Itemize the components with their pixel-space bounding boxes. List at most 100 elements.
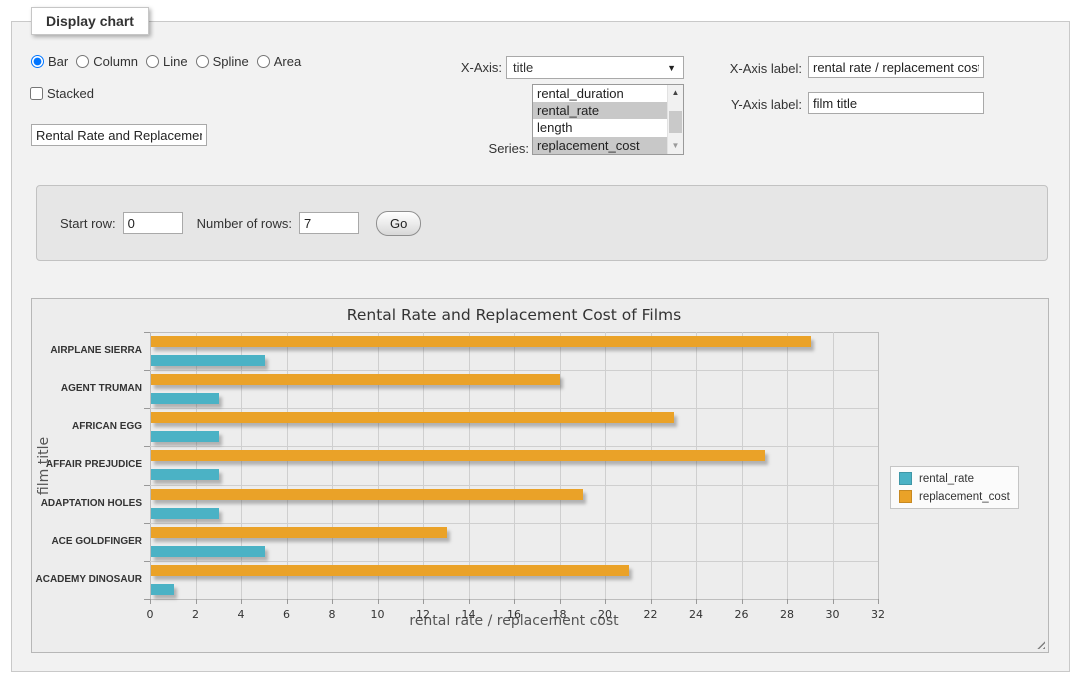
chart-type-label-column[interactable]: Column: [93, 54, 138, 69]
series-option-rental_duration[interactable]: rental_duration: [533, 85, 683, 102]
chart-type-bar[interactable]: Bar: [31, 54, 68, 69]
bar-rental_rate: [151, 431, 219, 442]
y-axis-tick: [144, 370, 150, 371]
bar-replacement_cost: [151, 489, 583, 500]
stacked-label[interactable]: Stacked: [47, 86, 94, 101]
scroll-up-icon[interactable]: ▲: [668, 86, 683, 100]
x-axis-select[interactable]: title ▼: [506, 56, 684, 79]
x-axis-tick-label: 14: [449, 608, 489, 621]
legend-swatch-replacement_cost: [899, 490, 912, 503]
scrollbar-thumb[interactable]: [669, 111, 682, 133]
gridline-vertical: [742, 332, 743, 599]
x-axis-select-label: X-Axis:: [402, 58, 502, 78]
bar-rental_rate: [151, 508, 219, 519]
x-axis-tick: [742, 599, 743, 604]
x-axis-tick-label: 2: [176, 608, 216, 621]
x-axis-tick: [560, 599, 561, 604]
listbox-scrollbar[interactable]: ▲ ▼: [667, 85, 683, 154]
x-axis-tick: [423, 599, 424, 604]
y-axis-label-field-label: Y-Axis label:: [702, 95, 802, 115]
x-axis-tick-label: 26: [722, 608, 762, 621]
gridline-vertical: [196, 332, 197, 599]
y-axis-tick: [144, 485, 150, 486]
gridline-vertical: [605, 332, 606, 599]
chart-type-label-bar[interactable]: Bar: [48, 54, 68, 69]
x-axis-selected-value: title: [513, 60, 533, 75]
x-axis-tick: [241, 599, 242, 604]
x-axis-tick: [605, 599, 606, 604]
category-label: AFRICAN EGG: [72, 421, 142, 432]
x-axis-tick: [150, 599, 151, 604]
chart-type-radio-area[interactable]: [257, 55, 270, 68]
category-label: AIRPLANE SIERRA: [50, 345, 142, 356]
gridline-horizontal: [150, 561, 878, 562]
y-axis-tick: [144, 332, 150, 333]
legend-label: rental_rate: [919, 473, 974, 485]
chart-type-spline[interactable]: Spline: [196, 54, 249, 69]
x-axis-tick-label: 4: [221, 608, 261, 621]
x-axis-tick-label: 20: [585, 608, 625, 621]
x-axis-tick-label: 8: [312, 608, 352, 621]
chart-legend: rental_rate replacement_cost: [890, 466, 1019, 509]
series-select-label: Series:: [432, 139, 529, 159]
gridline-vertical: [696, 332, 697, 599]
number-of-rows-label: Number of rows:: [197, 216, 292, 231]
go-button[interactable]: Go: [376, 211, 421, 236]
resize-handle-icon[interactable]: [1034, 638, 1045, 649]
page: { "form": { "legend": "Display chart", "…: [0, 0, 1081, 681]
category-label: AFFAIR PREJUDICE: [46, 459, 142, 470]
chart-title-input[interactable]: [31, 124, 207, 146]
chart-type-label-area[interactable]: Area: [274, 54, 301, 69]
chart-type-radio-group: Bar Column Line Spline Area: [31, 54, 309, 69]
gridline-horizontal: [150, 485, 878, 486]
chart-panel: Rental Rate and Replacement Cost of Film…: [31, 298, 1049, 653]
chart-type-area[interactable]: Area: [257, 54, 301, 69]
gridline-vertical: [378, 332, 379, 599]
scroll-down-icon[interactable]: ▼: [668, 139, 683, 153]
x-axis-tick-label: 16: [494, 608, 534, 621]
series-multiselect[interactable]: rental_durationrental_ratelengthreplacem…: [532, 84, 684, 155]
number-of-rows-input[interactable]: [299, 212, 359, 234]
series-option-rental_rate[interactable]: rental_rate: [533, 102, 683, 119]
x-axis-tick-label: 28: [767, 608, 807, 621]
chart-type-label-spline[interactable]: Spline: [213, 54, 249, 69]
x-axis-tick: [833, 599, 834, 604]
series-option-replacement_cost[interactable]: replacement_cost: [533, 137, 683, 154]
start-row-input[interactable]: [123, 212, 183, 234]
bar-rental_rate: [151, 469, 219, 480]
x-axis-tick-label: 24: [676, 608, 716, 621]
y-axis-label-input[interactable]: [808, 92, 984, 114]
chart-title: Rental Rate and Replacement Cost of Film…: [150, 306, 878, 324]
x-axis-tick: [878, 599, 879, 604]
bar-replacement_cost: [151, 336, 811, 347]
gridline-vertical: [423, 332, 424, 599]
chart-type-column[interactable]: Column: [76, 54, 138, 69]
series-option-length[interactable]: length: [533, 119, 683, 136]
x-axis-label-field-label: X-Axis label:: [702, 59, 802, 79]
x-axis-tick-label: 6: [267, 608, 307, 621]
row-range-panel: Start row: Number of rows: Go: [36, 185, 1048, 261]
x-axis-tick: [696, 599, 697, 604]
chart-type-radio-line[interactable]: [146, 55, 159, 68]
y-axis-tick: [144, 408, 150, 409]
chart-type-line[interactable]: Line: [146, 54, 188, 69]
stacked-option[interactable]: Stacked: [30, 86, 94, 101]
bar-rental_rate: [151, 355, 265, 366]
chart-type-radio-column[interactable]: [76, 55, 89, 68]
chart-type-radio-bar[interactable]: [31, 55, 44, 68]
y-axis-tick: [144, 599, 150, 600]
category-label: ACE GOLDFINGER: [51, 536, 142, 547]
legend-item-replacement_cost: replacement_cost: [899, 490, 1010, 503]
gridline-vertical: [787, 332, 788, 599]
gridline-horizontal: [150, 370, 878, 371]
chart-type-label-line[interactable]: Line: [163, 54, 188, 69]
gridline-vertical: [833, 332, 834, 599]
gridline-vertical: [560, 332, 561, 599]
x-axis-tick-label: 30: [813, 608, 853, 621]
bar-replacement_cost: [151, 412, 674, 423]
chart-type-radio-spline[interactable]: [196, 55, 209, 68]
x-axis-tick: [514, 599, 515, 604]
x-axis-tick-label: 22: [631, 608, 671, 621]
x-axis-label-input[interactable]: [808, 56, 984, 78]
stacked-checkbox[interactable]: [30, 87, 43, 100]
